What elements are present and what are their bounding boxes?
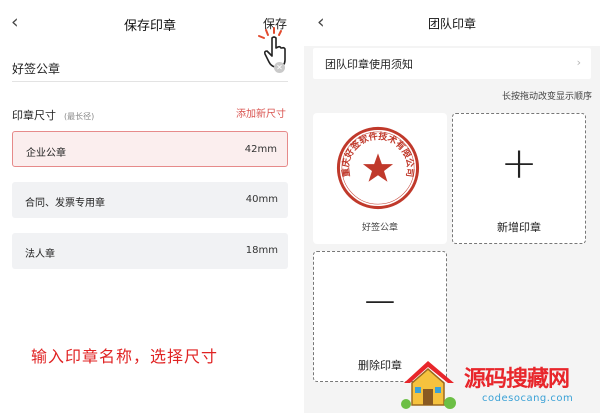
seal-card[interactable]: 重庆好签软件技术有限公司 好签公章 [313,113,447,244]
watermark-title: 源码搜藏网 [464,366,570,392]
size-option-name: 法人章 [25,249,55,260]
page-title: 保存印章 [123,19,176,34]
size-option-company-seal[interactable]: 企业公章 42mm [12,131,288,167]
plus-icon: + [500,138,538,189]
size-option-name: 合同、发票专用章 [25,198,105,209]
instruction-caption: 输入印章名称，选择尺寸 [31,347,219,366]
size-option-value: 40mm [245,194,278,205]
size-option-contract-seal[interactable]: 合同、发票专用章 40mm [12,182,288,218]
add-seal-button[interactable]: + 新增印章 [452,113,586,244]
house-logo-icon [401,361,456,409]
size-option-name: 企业公章 [26,148,66,159]
add-size-link[interactable]: 添加新尺寸 [236,105,286,120]
size-option-value: 42mm [244,144,277,155]
size-label: 印章尺寸 [12,109,56,122]
header: ‹ 保存印章 保存 [0,0,300,46]
size-option-legal-person-seal[interactable]: 法人章 18mm [12,233,288,269]
seal-name-field[interactable]: 好签公章 ✕ [12,56,288,82]
chevron-right-icon: › [576,56,581,69]
size-section-header: 印章尺寸 (最长径) 添加新尺寸 [12,104,288,122]
usage-notice-label: 团队印章使用须知 [325,58,413,71]
size-option-value: 18mm [245,245,278,256]
save-seal-screen: ‹ 保存印章 保存 好签公章 ✕ 印章尺寸 (最长径) 添加新尺寸 企业公章 42… [0,0,300,413]
usage-notice-row[interactable]: 团队印章使用须知 › [313,48,591,79]
page-title: 团队印章 [427,17,476,31]
add-seal-label: 新增印章 [497,221,541,234]
team-seal-screen: ‹ 团队印章 团队印章使用须知 › 长按拖动改变显示顺序 重庆好签软件技术有限公… [304,0,600,413]
header: ‹ 团队印章 [304,0,600,46]
size-hint: (最长径) [64,112,95,121]
clear-icon[interactable]: ✕ [274,62,285,73]
seal-name-value[interactable]: 好签公章 [12,60,60,77]
drag-hint: 长按拖动改变显示顺序 [501,92,592,102]
company-seal-image: 重庆好签软件技术有限公司 [336,126,420,210]
minus-icon: − [361,276,399,327]
watermark-url: codesocang.com [482,393,574,404]
seal-card-name: 好签公章 [361,223,398,233]
watermark: 源码搜藏网 codesocang.com [398,355,600,413]
